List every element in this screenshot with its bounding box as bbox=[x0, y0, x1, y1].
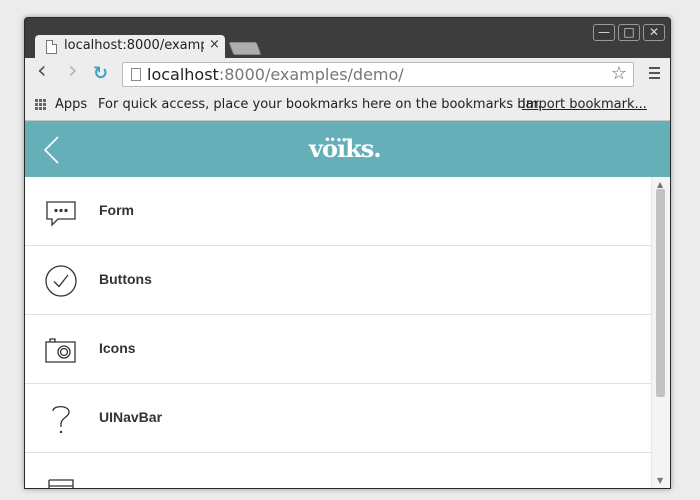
list-item-icons[interactable]: Icons bbox=[25, 315, 652, 384]
maximize-icon: □ bbox=[623, 25, 635, 39]
minimize-icon: — bbox=[598, 25, 610, 39]
camera-icon bbox=[45, 338, 76, 363]
apps-grid-icon[interactable] bbox=[35, 99, 47, 111]
app-header: vöïks. bbox=[25, 121, 670, 177]
list-item-label: Icons bbox=[99, 340, 136, 356]
import-bookmarks-link[interactable]: Import bookmark... bbox=[522, 97, 647, 112]
browser-tab[interactable]: localhost:8000/examp × bbox=[35, 35, 225, 58]
tab-title: localhost:8000/examp bbox=[64, 38, 204, 53]
navbar-icon bbox=[48, 479, 74, 488]
bookmark-star-icon[interactable]: ☆ bbox=[611, 63, 627, 84]
scroll-down-icon[interactable]: ▼ bbox=[657, 476, 663, 485]
check-circle-icon bbox=[45, 265, 77, 297]
page-icon bbox=[46, 40, 57, 54]
apps-link[interactable]: Apps bbox=[55, 97, 87, 112]
url-path: :8000/examples/demo/ bbox=[218, 65, 404, 84]
tab-strip: localhost:8000/examp × — □ ✕ bbox=[25, 18, 670, 58]
back-chevron-icon[interactable] bbox=[43, 136, 69, 164]
browser-toolbar: ‹ › ↻ localhost:8000/examples/demo/ ☆ bbox=[25, 58, 670, 91]
app-logo: vöïks. bbox=[309, 134, 382, 163]
forward-button[interactable]: › bbox=[68, 58, 78, 82]
tab-close-icon[interactable]: × bbox=[209, 37, 220, 52]
close-window-button[interactable]: ✕ bbox=[643, 24, 665, 41]
minimize-button[interactable]: — bbox=[593, 24, 615, 41]
list-item-label: Form bbox=[99, 202, 134, 218]
bookmarks-hint: For quick access, place your bookmarks h… bbox=[98, 97, 542, 112]
list-item-label: Buttons bbox=[99, 271, 152, 287]
bookmarks-bar: Apps For quick access, place your bookma… bbox=[25, 91, 670, 121]
menu-icon[interactable] bbox=[649, 67, 660, 82]
chat-bubble-icon bbox=[46, 201, 76, 227]
url-host: localhost bbox=[147, 65, 219, 84]
page-icon bbox=[131, 68, 141, 81]
list-item-label: UINavBar bbox=[99, 409, 163, 425]
new-tab-button[interactable] bbox=[228, 42, 262, 55]
browser-window: localhost:8000/examp × — □ ✕ ‹ › ↻ local… bbox=[24, 17, 671, 489]
address-bar[interactable]: localhost:8000/examples/demo/ ☆ bbox=[122, 62, 634, 87]
close-icon: ✕ bbox=[648, 25, 660, 39]
scroll-up-icon[interactable]: ▲ bbox=[657, 180, 663, 189]
url-text: localhost:8000/examples/demo/ bbox=[147, 65, 404, 84]
maximize-button[interactable]: □ bbox=[618, 24, 640, 41]
question-mark-icon bbox=[52, 405, 70, 434]
back-button[interactable]: ‹ bbox=[37, 58, 47, 82]
scroll-thumb[interactable] bbox=[656, 189, 665, 397]
page-viewport: vöïks. Form Buttons Icons UINavBar ▲ ▼ bbox=[25, 121, 670, 488]
scrollbar[interactable]: ▲ ▼ bbox=[651, 177, 670, 488]
demo-list: Form Buttons Icons UINavBar bbox=[25, 177, 652, 488]
reload-button[interactable]: ↻ bbox=[93, 64, 108, 84]
list-item-buttons[interactable]: Buttons bbox=[25, 246, 652, 315]
list-item-partial[interactable] bbox=[25, 453, 652, 488]
list-item-uinavbar[interactable]: UINavBar bbox=[25, 384, 652, 453]
list-item-form[interactable]: Form bbox=[25, 177, 652, 246]
